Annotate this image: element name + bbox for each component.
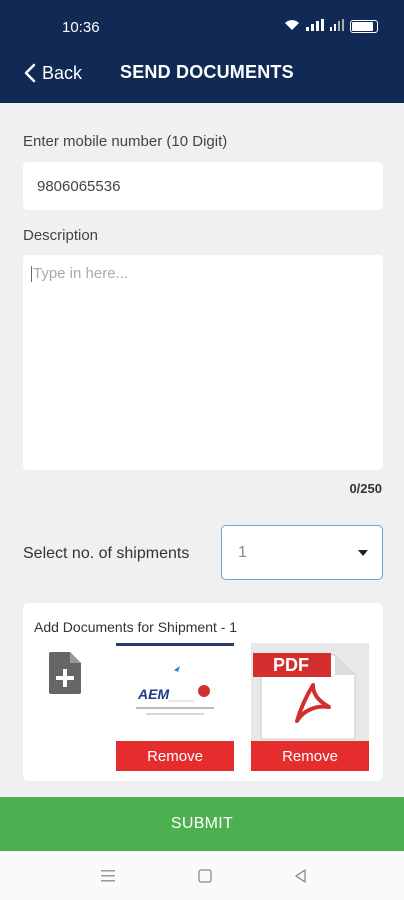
remove-document-2-button[interactable]: Remove	[251, 741, 369, 771]
status-bar: 10:36	[0, 0, 404, 54]
pdf-file-icon: PDF	[251, 643, 369, 741]
signal-2-icon	[330, 19, 344, 34]
text-cursor	[31, 266, 32, 283]
description-label: Description	[23, 227, 99, 244]
mobile-value: 9806065536	[37, 177, 121, 195]
aem-logo: AEM	[138, 686, 170, 702]
documents-card: Add Documents for Shipment - 1 AEM Remov…	[23, 603, 383, 781]
document-thumbnail-1[interactable]: AEM Remove	[116, 643, 234, 771]
menu-icon[interactable]	[99, 867, 117, 885]
shipments-selected-value: 1	[238, 543, 247, 561]
description-counter: 0/250	[349, 481, 382, 496]
square-icon[interactable]	[196, 867, 214, 885]
pdf-badge-text: PDF	[273, 655, 309, 675]
shipments-label: Select no. of shipments	[23, 545, 190, 562]
app-header: 10:36 Back SEND DOCUMENTS	[0, 0, 404, 103]
shipments-select[interactable]: 1	[221, 525, 383, 580]
caret-down-icon	[358, 550, 368, 556]
chevron-left-icon	[24, 63, 36, 83]
document-thumbnail-2[interactable]: PDF Remove	[251, 643, 369, 771]
wifi-icon	[284, 19, 300, 34]
remove-document-1-button[interactable]: Remove	[116, 741, 234, 771]
description-input[interactable]: Type in here...	[23, 255, 383, 470]
page-title: SEND DOCUMENTS	[120, 62, 294, 82]
mobile-label: Enter mobile number (10 Digit)	[23, 133, 228, 150]
add-document-button[interactable]	[46, 651, 82, 695]
file-plus-icon	[46, 652, 82, 699]
mobile-input[interactable]: 9806065536	[23, 162, 383, 210]
signal-icon	[306, 19, 324, 34]
status-icons	[284, 19, 378, 34]
document-preview-image: AEM	[116, 643, 234, 741]
submit-button[interactable]: SUBMIT	[0, 797, 404, 851]
documents-card-title: Add Documents for Shipment - 1	[34, 619, 238, 635]
battery-icon	[350, 20, 378, 33]
triangle-back-icon[interactable]	[292, 867, 310, 885]
back-label: Back	[42, 62, 83, 83]
back-button[interactable]: Back	[24, 60, 82, 86]
system-nav-bar	[0, 851, 404, 900]
description-placeholder: Type in here...	[33, 265, 129, 282]
status-time: 10:36	[62, 19, 100, 36]
